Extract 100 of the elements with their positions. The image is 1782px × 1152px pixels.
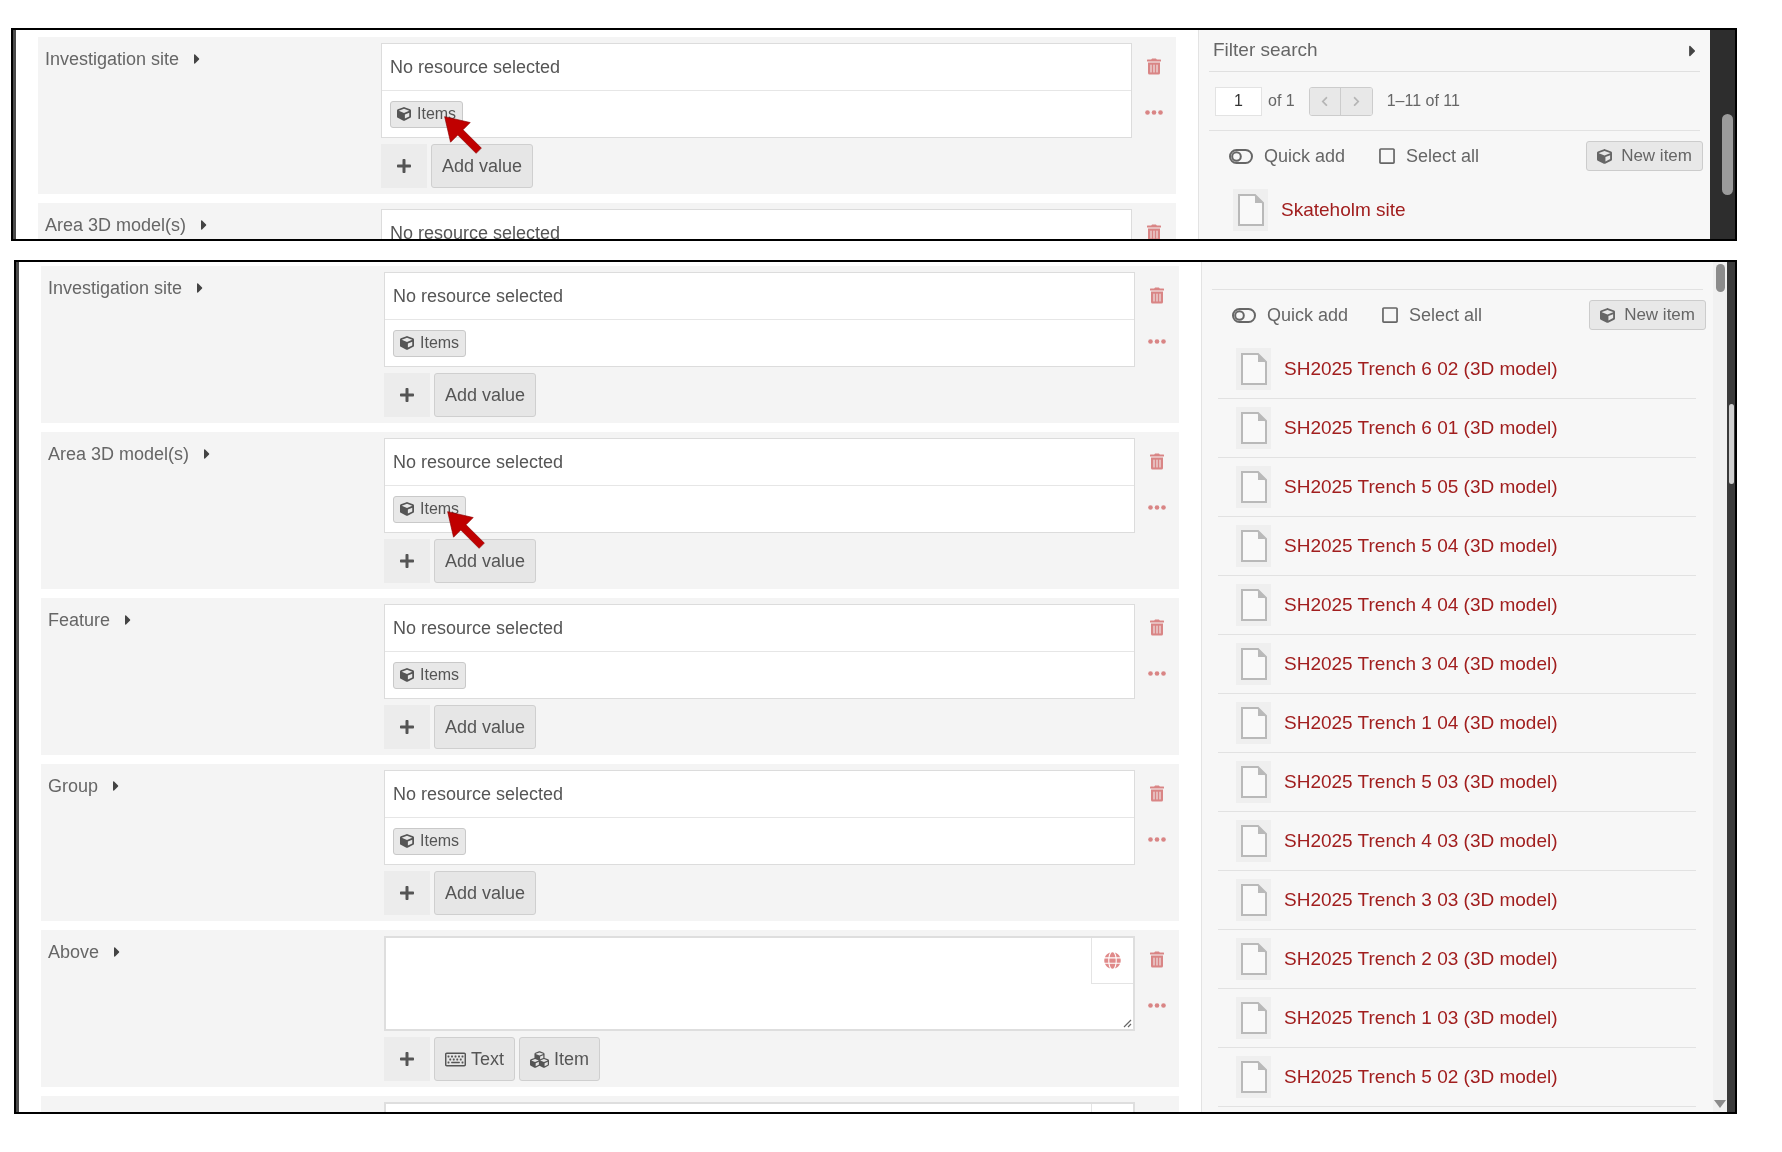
items-button[interactable]: Items bbox=[393, 661, 467, 689]
plus-icon bbox=[399, 553, 415, 569]
property-label: Area 3D model(s) bbox=[45, 213, 187, 237]
plus-icon bbox=[399, 885, 415, 901]
items-button[interactable]: Items bbox=[393, 827, 467, 855]
item-link[interactable]: SH2025 Trench 6 01 (3D model) bbox=[1284, 413, 1558, 443]
filter-search-button[interactable]: Filter search bbox=[1209, 36, 1700, 65]
cube-icon bbox=[400, 502, 414, 516]
caret-right-icon[interactable] bbox=[201, 217, 208, 233]
item-link[interactable]: SH2025 Trench 5 05 (3D model) bbox=[1284, 472, 1558, 502]
caret-right-icon[interactable] bbox=[197, 280, 204, 296]
resource-status-text: No resource selected bbox=[390, 55, 561, 79]
items-button[interactable]: Items bbox=[393, 329, 467, 357]
add-button[interactable] bbox=[381, 144, 427, 188]
add-button[interactable] bbox=[384, 1037, 430, 1081]
new-item-button[interactable]: New item bbox=[1586, 141, 1703, 171]
page-count-text: of 1 bbox=[1268, 91, 1295, 111]
add-button[interactable] bbox=[384, 373, 430, 417]
file-icon bbox=[1236, 879, 1271, 921]
caret-right-icon[interactable] bbox=[114, 944, 121, 960]
item-link[interactable]: SH2025 Trench 1 04 (3D model) bbox=[1284, 708, 1558, 738]
file-icon bbox=[1236, 643, 1271, 685]
property-label: Investigation site bbox=[48, 276, 183, 300]
checkbox[interactable] bbox=[1379, 147, 1396, 165]
file-icon bbox=[1236, 761, 1271, 803]
toggle-icon[interactable] bbox=[1229, 148, 1253, 164]
quick-add-label[interactable]: Quick add bbox=[1264, 142, 1346, 170]
resize-handle-icon[interactable] bbox=[1123, 1019, 1132, 1028]
new-item-button[interactable]: New item bbox=[1589, 300, 1706, 330]
add-value-button[interactable]: Add value bbox=[434, 871, 537, 915]
item-link[interactable]: SH2025 Trench 5 04 (3D model) bbox=[1284, 531, 1558, 561]
item-link[interactable]: SH2025 Trench 3 03 (3D model) bbox=[1284, 885, 1558, 915]
item-link[interactable]: SH2025 Trench 1 03 (3D model) bbox=[1284, 1003, 1558, 1033]
plus-icon bbox=[396, 158, 412, 174]
item-link[interactable]: SH2025 Trench 3 04 (3D model) bbox=[1284, 649, 1558, 679]
file-icon bbox=[1236, 938, 1271, 980]
add-button[interactable] bbox=[384, 705, 430, 749]
chevron-left-icon bbox=[1320, 95, 1330, 107]
cube-icon bbox=[400, 336, 414, 350]
caret-right-icon[interactable] bbox=[125, 612, 132, 628]
item-link[interactable]: SH2025 Trench 2 03 (3D model) bbox=[1284, 944, 1558, 974]
file-icon bbox=[1236, 348, 1271, 390]
resource-status-text: No resource selected bbox=[393, 450, 564, 474]
plus-icon bbox=[399, 1051, 415, 1067]
cube-icon bbox=[400, 668, 414, 682]
plus-icon bbox=[399, 719, 415, 735]
resource-status-text: No resource selected bbox=[393, 284, 564, 308]
chevron-right-icon bbox=[1351, 95, 1361, 107]
quick-add-label[interactable]: Quick add bbox=[1267, 301, 1349, 329]
scrollbar[interactable] bbox=[1727, 262, 1735, 1112]
file-icon bbox=[1236, 1056, 1271, 1098]
item-button[interactable]: Item bbox=[519, 1037, 601, 1081]
file-icon bbox=[1236, 702, 1271, 744]
add-button[interactable] bbox=[384, 539, 430, 583]
cube-icon bbox=[400, 834, 414, 848]
select-all-label[interactable]: Select all bbox=[1409, 301, 1483, 329]
result-range-text: 1–11 of 11 bbox=[1386, 91, 1460, 111]
select-all-label[interactable]: Select all bbox=[1406, 142, 1480, 170]
plus-icon bbox=[399, 387, 415, 403]
cube-icon bbox=[1597, 148, 1613, 164]
caret-right-icon[interactable] bbox=[113, 778, 120, 794]
toggle-icon[interactable] bbox=[1232, 307, 1256, 323]
item-link[interactable]: SH2025 Trench 4 04 (3D model) bbox=[1284, 590, 1558, 620]
file-icon bbox=[1236, 466, 1271, 508]
item-link[interactable]: SH2025 Trench 4 03 (3D model) bbox=[1284, 826, 1558, 856]
item-link[interactable]: SH2025 Trench 5 02 (3D model) bbox=[1284, 1062, 1558, 1092]
add-value-button[interactable]: Add value bbox=[434, 373, 537, 417]
add-value-button[interactable]: Add value bbox=[431, 144, 534, 188]
property-label: Above bbox=[48, 940, 100, 964]
caret-right-icon[interactable] bbox=[204, 446, 211, 462]
cube-icon bbox=[397, 107, 411, 121]
text-area-field[interactable] bbox=[384, 936, 1135, 1031]
item-link[interactable]: Skateholm site bbox=[1281, 195, 1406, 225]
resource-status-text: No resource selected bbox=[390, 221, 561, 239]
language-button[interactable] bbox=[1091, 938, 1133, 984]
file-icon bbox=[1236, 997, 1271, 1039]
page-input[interactable]: 1 bbox=[1215, 86, 1262, 116]
file-icon bbox=[1233, 189, 1268, 231]
globe-icon bbox=[1104, 952, 1121, 969]
caret-right-icon[interactable] bbox=[194, 51, 201, 67]
property-label: Feature bbox=[48, 608, 111, 632]
property-label: Group bbox=[48, 774, 99, 798]
property-label: Area 3D model(s) bbox=[48, 442, 190, 466]
file-icon bbox=[1236, 820, 1271, 862]
scrollbar[interactable] bbox=[1710, 30, 1735, 239]
add-button[interactable] bbox=[384, 871, 430, 915]
resource-status-text: No resource selected bbox=[393, 782, 564, 806]
file-icon bbox=[1236, 407, 1271, 449]
add-value-button[interactable]: Add value bbox=[434, 705, 537, 749]
resource-status-text: No resource selected bbox=[393, 616, 564, 640]
file-icon bbox=[1236, 525, 1271, 567]
scrollbar[interactable] bbox=[1713, 262, 1727, 1112]
cube-icon bbox=[1600, 307, 1616, 323]
item-link[interactable]: SH2025 Trench 6 02 (3D model) bbox=[1284, 354, 1558, 384]
item-link[interactable]: SH2025 Trench 5 03 (3D model) bbox=[1284, 767, 1558, 797]
text-button[interactable]: Text bbox=[434, 1037, 515, 1081]
checkbox[interactable] bbox=[1382, 306, 1399, 324]
property-label: Investigation site bbox=[45, 47, 180, 71]
add-value-button[interactable]: Add value bbox=[434, 539, 537, 583]
file-icon bbox=[1236, 584, 1271, 626]
